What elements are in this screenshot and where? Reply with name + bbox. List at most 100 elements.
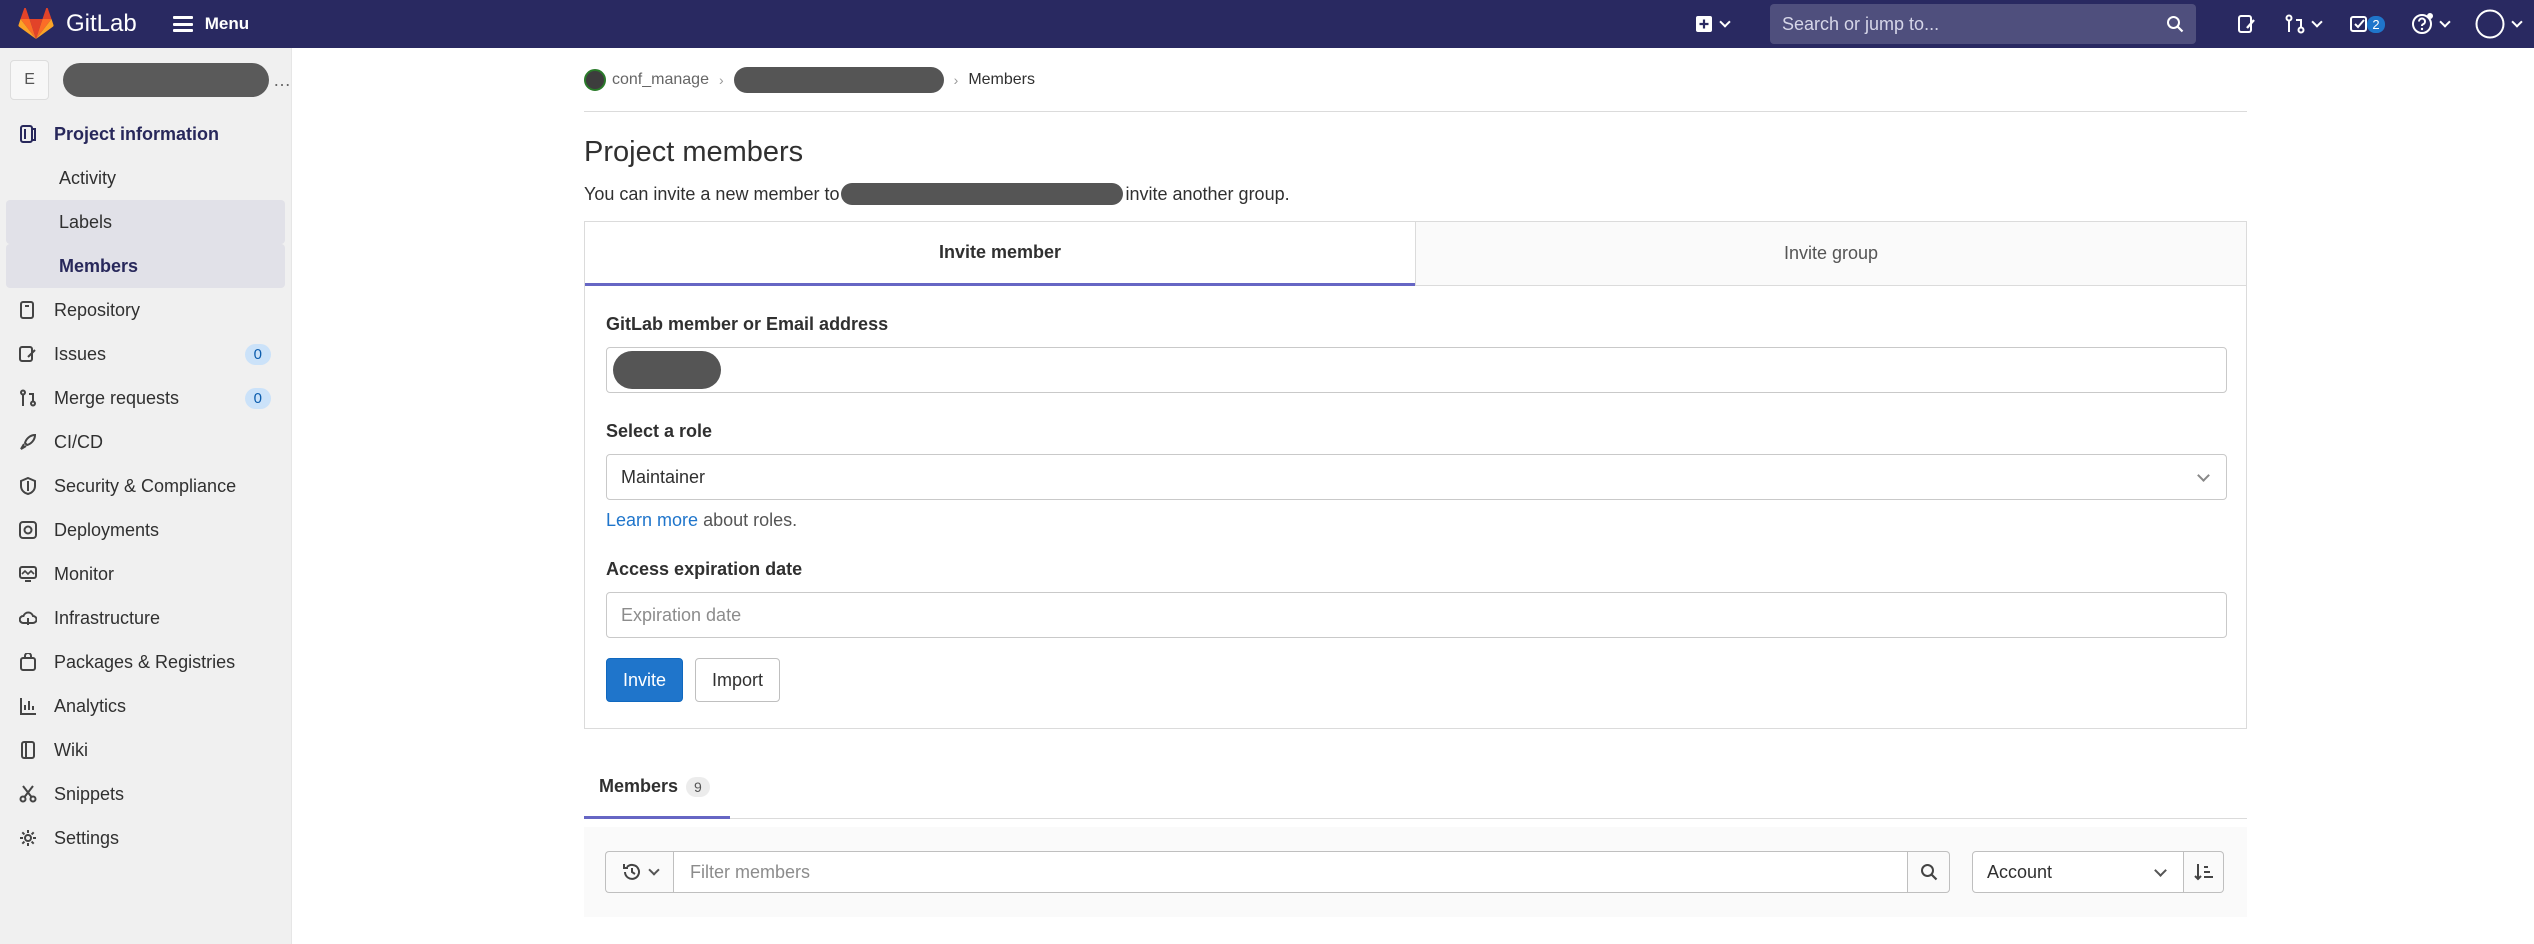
top-navbar: GitLab Menu Search or jump to... 2 [0,0,2534,48]
members-filter-bar: Filter members Account [584,827,2247,917]
role-select-value: Maintainer [621,466,706,487]
menu-button[interactable]: Menu [172,14,250,34]
import-button[interactable]: Import [695,658,781,702]
chevron-down-icon [2311,16,2323,28]
sidebar-item-label: Infrastructure [54,607,161,628]
sidebar-item-repository[interactable]: Repository [0,288,291,332]
menu-label: Menu [204,14,250,33]
sidebar-subitem-label: Labels [59,211,113,232]
invite-actions: Invite Import [606,658,2225,702]
todo-count-badge: 2 [2367,15,2385,33]
scissors-icon [18,784,38,804]
user-menu-button[interactable] [2462,0,2534,48]
role-field-label: Select a role [606,421,713,441]
role-select[interactable]: Maintainer [606,454,2227,500]
chevron-down-icon [2197,469,2210,482]
sidebar-item-ci-cd[interactable]: CI/CD [0,420,291,464]
members-count-badge: 9 [686,776,710,797]
issues-icon [18,344,38,364]
package-icon [18,652,38,672]
expiration-date-placeholder: Expiration date [621,604,742,625]
expiration-date-input[interactable]: Expiration date [606,592,2227,638]
issues-icon [2238,15,2255,33]
sidebar-item-issues[interactable]: Issues 0 [0,332,291,376]
sidebar-item-label: Security & Compliance [54,475,237,496]
member-search-input[interactable] [606,347,2227,393]
todos-nav-button[interactable]: 2 [2336,0,2398,48]
roles-help-text: about roles. [703,510,798,530]
sidebar-item-label: Analytics [54,695,127,716]
merge-requests-nav-button[interactable] [2270,0,2336,48]
page-title: Project members [584,136,804,168]
intro-redacted [841,183,1124,205]
sidebar-subitem-labels[interactable]: Labels [6,200,285,244]
project-icon [18,124,38,144]
issues-count-badge: 0 [244,343,271,365]
global-search-input[interactable]: Search or jump to... [1770,4,2196,44]
expiry-field-label: Access expiration date [606,559,803,579]
invite-tabs: Invite member Invite group [585,222,2246,286]
sidebar-subitem-label: Members [59,255,139,276]
sort-ascending-icon [2193,864,2213,881]
gitlab-logo[interactable]: GitLab [18,8,137,40]
sidebar-item-label: Snippets [54,783,125,804]
sidebar-item-label: Repository [54,299,141,320]
search-icon [2167,16,2184,33]
recent-searches-button[interactable] [605,851,673,893]
filter-members-input[interactable]: Filter members [673,851,1908,893]
breadcrumb-group-link[interactable]: conf_manage [612,71,709,89]
sort-by-value: Account [1987,861,2053,882]
filter-search-button[interactable] [1908,851,1950,893]
chevron-down-icon [1719,16,1731,28]
sort-by-select[interactable]: Account [1972,851,2184,893]
monitor-icon [18,564,38,584]
sidebar-item-label: Project information [54,123,220,144]
help-menu-button[interactable] [2398,0,2462,48]
sidebar-item-security-compliance[interactable]: Security & Compliance [0,464,291,508]
sidebar-item-project-information[interactable]: Project information [0,112,291,156]
issues-nav-button[interactable] [2224,0,2270,48]
gear-icon [18,828,38,848]
member-field-label: GitLab member or Email address [606,314,889,334]
invite-form: GitLab member or Email address Select a … [585,314,2246,702]
sidebar-item-monitor[interactable]: Monitor [0,552,291,596]
chevron-down-icon [647,864,660,876]
sidebar-item-snippets[interactable]: Snippets [0,772,291,816]
breadcrumb: conf_manage › › Members [584,48,2247,112]
brand-name: GitLab [66,10,137,37]
intro-text-start: You can invite a new member to [584,183,840,204]
help-icon [2412,13,2433,34]
sidebar-item-settings[interactable]: Settings [0,816,291,860]
sidebar-item-label: Issues [54,343,107,364]
sidebar-subitem-activity[interactable]: Activity [6,156,285,200]
sidebar-item-label: Deployments [54,519,160,540]
breadcrumb-project-redacted[interactable] [733,66,944,93]
sidebar-item-wiki[interactable]: Wiki [0,728,291,772]
tab-members[interactable]: Members 9 [584,757,730,819]
sidebar-item-packages-registries[interactable]: Packages & Registries [0,640,291,684]
sidebar-item-infrastructure[interactable]: Infrastructure [0,596,291,640]
sidebar-item-label: Wiki [54,739,88,760]
todo-icon [2350,16,2368,32]
sidebar-item-label: CI/CD [54,431,103,452]
sort-direction-button[interactable] [2184,851,2224,893]
ellipsis: … [273,69,291,90]
sidebar-subitem-members[interactable]: Members [6,244,285,288]
merge-request-icon [2285,14,2305,34]
breadcrumb-current[interactable]: Members [968,71,1035,89]
merge-request-icon [18,388,38,408]
cloud-icon [18,608,38,628]
chart-icon [18,696,38,716]
avatar-icon [2475,9,2505,39]
project-header[interactable]: E … [0,48,291,112]
learn-more-link[interactable]: Learn more [606,510,698,530]
sidebar-item-merge-requests[interactable]: Merge requests 0 [0,376,291,420]
create-new-button[interactable] [1682,0,1742,48]
selected-member-token-redacted[interactable] [613,351,721,389]
chevron-right-icon: › [953,71,959,88]
sidebar-item-deployments[interactable]: Deployments [0,508,291,552]
tab-invite-group[interactable]: Invite group [1415,222,2246,286]
invite-button[interactable]: Invite [606,658,684,702]
tab-invite-member[interactable]: Invite member [585,222,1415,286]
sidebar-item-analytics[interactable]: Analytics [0,684,291,728]
